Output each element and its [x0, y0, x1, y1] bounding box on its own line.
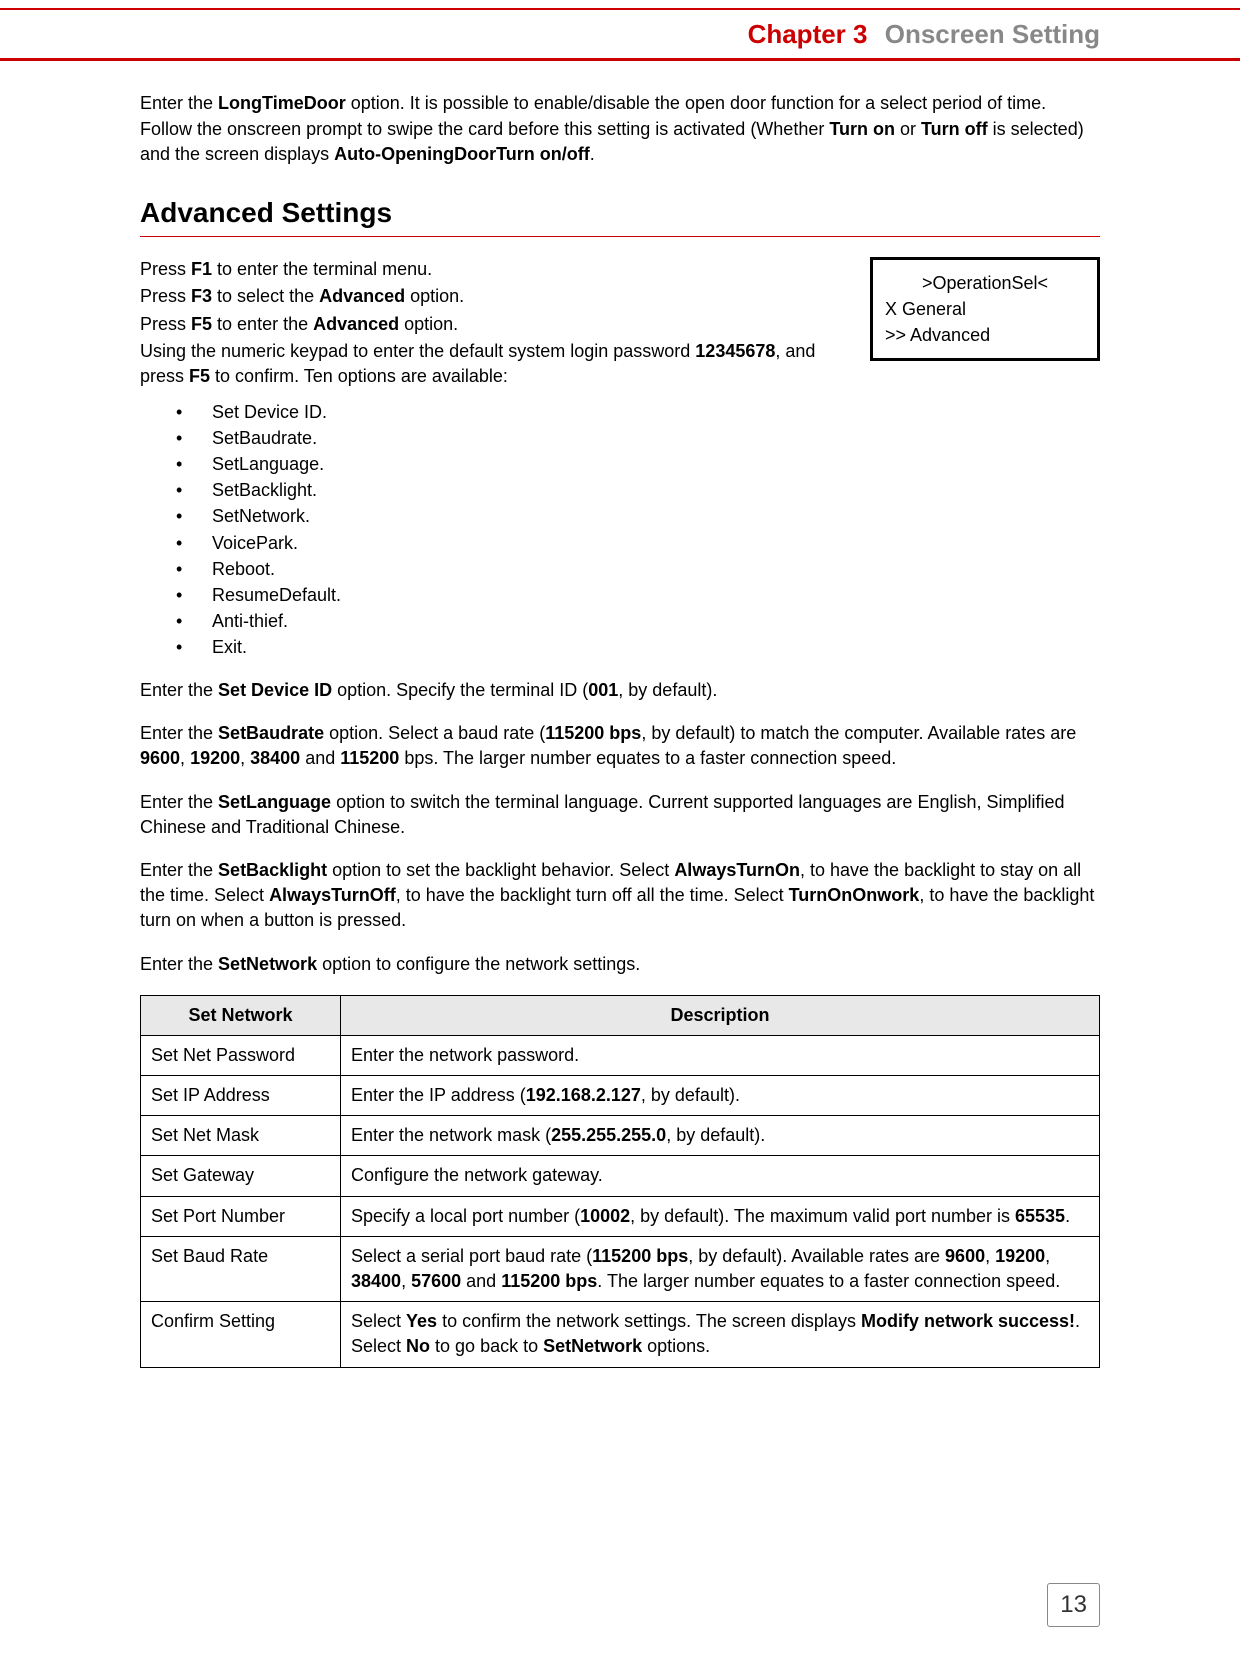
- set-network-table: Set Network Description Set Net Password…: [140, 995, 1100, 1368]
- table-cell-label: Set IP Address: [141, 1076, 341, 1116]
- table-cell-label: Confirm Setting: [141, 1302, 341, 1367]
- onscreen-line-1: >OperationSel<: [885, 270, 1085, 296]
- section-heading-advanced-settings: Advanced Settings: [140, 193, 1100, 232]
- table-header-set-network: Set Network: [141, 995, 341, 1035]
- table-cell-label: Set Gateway: [141, 1156, 341, 1196]
- onscreen-line-3: >> Advanced: [885, 322, 1085, 348]
- option-item: ResumeDefault.: [176, 582, 1100, 608]
- table-row: Set Baud RateSelect a serial port baud r…: [141, 1236, 1100, 1301]
- para-set-network: Enter the SetNetwork option to configure…: [140, 952, 1100, 977]
- chapter-title: Onscreen Setting: [885, 19, 1100, 49]
- steps-block: Press F1 to enter the terminal menu. Pre…: [140, 257, 848, 389]
- chapter-number: Chapter 3: [748, 19, 868, 49]
- option-item: VoicePark.: [176, 530, 1100, 556]
- table-cell-label: Set Net Password: [141, 1035, 341, 1075]
- table-row: Confirm SettingSelect Yes to confirm the…: [141, 1302, 1100, 1367]
- section-rule: [140, 236, 1100, 237]
- table-header-description: Description: [341, 995, 1100, 1035]
- table-cell-description: Configure the network gateway.: [341, 1156, 1100, 1196]
- option-item: SetBacklight.: [176, 477, 1100, 503]
- page-number: 13: [1047, 1583, 1100, 1627]
- table-cell-description: Select Yes to confirm the network settin…: [341, 1302, 1100, 1367]
- option-item: Exit.: [176, 634, 1100, 660]
- table-cell-description: Select a serial port baud rate (115200 b…: [341, 1236, 1100, 1301]
- para-set-baudrate: Enter the SetBaudrate option. Select a b…: [140, 721, 1100, 771]
- option-item: SetLanguage.: [176, 451, 1100, 477]
- para-set-device-id: Enter the Set Device ID option. Specify …: [140, 678, 1100, 703]
- option-item: SetNetwork.: [176, 503, 1100, 529]
- para-set-backlight: Enter the SetBacklight option to set the…: [140, 858, 1100, 934]
- para-set-language: Enter the SetLanguage option to switch t…: [140, 790, 1100, 840]
- table-cell-description: Enter the network mask (255.255.255.0, b…: [341, 1116, 1100, 1156]
- option-item: Reboot.: [176, 556, 1100, 582]
- page-header: Chapter 3 Onscreen Setting: [0, 10, 1240, 58]
- onscreen-display-box: >OperationSel< X General >> Advanced: [870, 257, 1100, 361]
- table-cell-label: Set Baud Rate: [141, 1236, 341, 1301]
- option-item: Set Device ID.: [176, 399, 1100, 425]
- option-item: SetBaudrate.: [176, 425, 1100, 451]
- table-row: Set IP AddressEnter the IP address (192.…: [141, 1076, 1100, 1116]
- onscreen-line-2: X General: [885, 296, 1085, 322]
- table-row: Set Net PasswordEnter the network passwo…: [141, 1035, 1100, 1075]
- option-item: Anti-thief.: [176, 608, 1100, 634]
- table-cell-description: Specify a local port number (10002, by d…: [341, 1196, 1100, 1236]
- table-cell-description: Enter the network password.: [341, 1035, 1100, 1075]
- options-list: Set Device ID.SetBaudrate.SetLanguage.Se…: [176, 399, 1100, 660]
- table-row: Set GatewayConfigure the network gateway…: [141, 1156, 1100, 1196]
- intro-paragraph: Enter the LongTimeDoor option. It is pos…: [140, 91, 1100, 167]
- table-cell-label: Set Port Number: [141, 1196, 341, 1236]
- table-row: Set Port NumberSpecify a local port numb…: [141, 1196, 1100, 1236]
- table-cell-description: Enter the IP address (192.168.2.127, by …: [341, 1076, 1100, 1116]
- table-row: Set Net MaskEnter the network mask (255.…: [141, 1116, 1100, 1156]
- table-cell-label: Set Net Mask: [141, 1116, 341, 1156]
